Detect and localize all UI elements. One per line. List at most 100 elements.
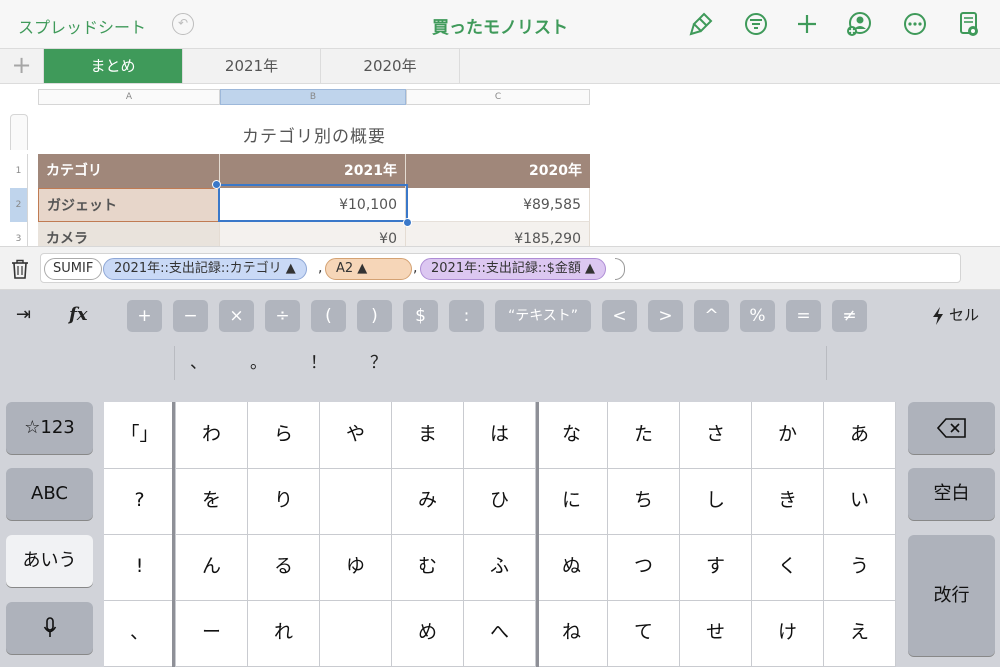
symbol-key-less-than[interactable]: <: [602, 300, 637, 332]
formula-arg-category-range[interactable]: 2021年::支出記録::カテゴリ ▲: [103, 258, 307, 280]
kana-key[interactable]: さ: [680, 402, 752, 469]
symbol-key-caret[interactable]: ^: [694, 300, 729, 332]
symbol-key-minus[interactable]: −: [173, 300, 208, 332]
kana-key[interactable]: せ: [680, 600, 752, 667]
kana-key[interactable]: た: [608, 402, 680, 469]
symbol-key-equals[interactable]: =: [786, 300, 821, 332]
kana-key[interactable]: す: [680, 534, 752, 601]
kana-key[interactable]: り: [248, 468, 320, 535]
row-header-3[interactable]: 3: [10, 222, 28, 246]
symbol-key-colon[interactable]: :: [449, 300, 484, 332]
kana-key[interactable]: に: [536, 468, 608, 535]
kana-key[interactable]: ?: [104, 468, 176, 535]
column-header-b[interactable]: B: [220, 89, 406, 105]
kana-key[interactable]: ま: [392, 402, 464, 469]
selection-handle-top-left[interactable]: [212, 180, 221, 189]
more-icon[interactable]: [901, 10, 929, 38]
abc-key[interactable]: ABC: [6, 468, 93, 520]
kana-key[interactable]: [320, 600, 392, 667]
kana-key[interactable]: け: [752, 600, 824, 667]
kana-key[interactable]: く: [752, 534, 824, 601]
header-cell-category[interactable]: カテゴリ: [38, 154, 220, 188]
kana-key[interactable]: ら: [248, 402, 320, 469]
kana-key[interactable]: は: [464, 402, 536, 469]
candidate-question[interactable]: ？: [370, 348, 387, 373]
symbol-key-greater-than[interactable]: >: [648, 300, 683, 332]
symbol-key-not-equal[interactable]: ≠: [832, 300, 867, 332]
formula-arg-criteria[interactable]: A2 ▲: [325, 258, 412, 280]
kana-key[interactable]: や: [320, 402, 392, 469]
table-cell-c3[interactable]: ¥185,290: [406, 222, 590, 246]
kana-key[interactable]: む: [392, 534, 464, 601]
symbol-key-dollar[interactable]: $: [403, 300, 438, 332]
candidate-comma[interactable]: 、: [190, 348, 207, 373]
trash-icon[interactable]: [10, 258, 30, 280]
kana-key[interactable]: ゆ: [320, 534, 392, 601]
function-browser-key[interactable]: fx: [69, 304, 87, 325]
symbol-key-text[interactable]: “テキスト”: [495, 300, 591, 332]
kana-key[interactable]: ぬ: [536, 534, 608, 601]
kana-key[interactable]: あ: [824, 402, 896, 469]
symbol-key-percent[interactable]: %: [740, 300, 775, 332]
kana-key[interactable]: を: [176, 468, 248, 535]
table-cell-a2[interactable]: ガジェット: [38, 188, 220, 222]
kana-key[interactable]: !: [104, 534, 176, 601]
row-header-2[interactable]: 2: [10, 188, 28, 222]
header-cell-2021[interactable]: 2021年: [220, 154, 406, 188]
kana-key[interactable]: ち: [608, 468, 680, 535]
add-icon[interactable]: [793, 10, 821, 38]
organize-icon[interactable]: [742, 10, 770, 38]
kana-mode-key[interactable]: あいう: [6, 535, 93, 587]
numbers-symbols-key[interactable]: ☆123: [6, 402, 93, 454]
kana-key[interactable]: め: [392, 600, 464, 667]
collaborate-icon[interactable]: [845, 10, 873, 38]
kana-key[interactable]: 「」: [104, 402, 176, 469]
candidate-period[interactable]: 。: [250, 348, 267, 373]
kana-key[interactable]: ひ: [464, 468, 536, 535]
kana-key[interactable]: き: [752, 468, 824, 535]
kana-key[interactable]: れ: [248, 600, 320, 667]
format-brush-icon[interactable]: [687, 10, 715, 38]
kana-key[interactable]: つ: [608, 534, 680, 601]
space-key[interactable]: 空白: [908, 468, 995, 520]
kana-key[interactable]: 、: [104, 600, 176, 667]
table-title[interactable]: カテゴリ別の概要: [38, 122, 590, 147]
column-header-a[interactable]: A: [38, 89, 220, 105]
symbol-key-open-paren[interactable]: (: [311, 300, 346, 332]
kana-key[interactable]: み: [392, 468, 464, 535]
view-document-icon[interactable]: [955, 10, 983, 38]
kana-key[interactable]: え: [824, 600, 896, 667]
kana-key[interactable]: な: [536, 402, 608, 469]
table-cell-b3[interactable]: ¥0: [220, 222, 406, 246]
delete-key[interactable]: [908, 402, 995, 454]
symbol-key-multiply[interactable]: ×: [219, 300, 254, 332]
cell-reference-key[interactable]: セル: [949, 304, 979, 325]
candidate-exclamation[interactable]: ！: [310, 348, 327, 373]
symbol-key-divide[interactable]: ÷: [265, 300, 300, 332]
header-cell-2020[interactable]: 2020年: [406, 154, 590, 188]
return-key[interactable]: 改行: [908, 535, 995, 656]
spreadsheet-canvas[interactable]: A B C カテゴリ別の概要 1 2 3 カテゴリ 2021年 2020年 ガジ…: [0, 84, 1000, 246]
kana-key[interactable]: ふ: [464, 534, 536, 601]
dictation-key[interactable]: [6, 602, 93, 654]
formula-arg-sum-range[interactable]: 2021年::支出記録::$金額 ▲: [420, 258, 607, 280]
kana-key[interactable]: へ: [464, 600, 536, 667]
kana-key[interactable]: う: [824, 534, 896, 601]
kana-key[interactable]: ね: [536, 600, 608, 667]
row-header-1[interactable]: 1: [10, 154, 28, 188]
symbol-key-close-paren[interactable]: ): [357, 300, 392, 332]
table-cell-a3[interactable]: カメラ: [38, 222, 220, 246]
tab-summary[interactable]: まとめ: [44, 49, 183, 83]
kana-key[interactable]: る: [248, 534, 320, 601]
column-header-c[interactable]: C: [406, 89, 590, 105]
kana-key[interactable]: ー: [176, 600, 248, 667]
selection-handle-bottom-right[interactable]: [403, 218, 412, 227]
symbol-key-plus[interactable]: +: [127, 300, 162, 332]
add-sheet-icon[interactable]: +: [0, 49, 44, 83]
tab-2021[interactable]: 2021年: [183, 49, 321, 83]
tab-2020[interactable]: 2020年: [321, 49, 460, 83]
kana-key[interactable]: か: [752, 402, 824, 469]
table-cell-c2[interactable]: ¥89,585: [406, 188, 590, 222]
kana-key[interactable]: わ: [176, 402, 248, 469]
kana-key[interactable]: い: [824, 468, 896, 535]
